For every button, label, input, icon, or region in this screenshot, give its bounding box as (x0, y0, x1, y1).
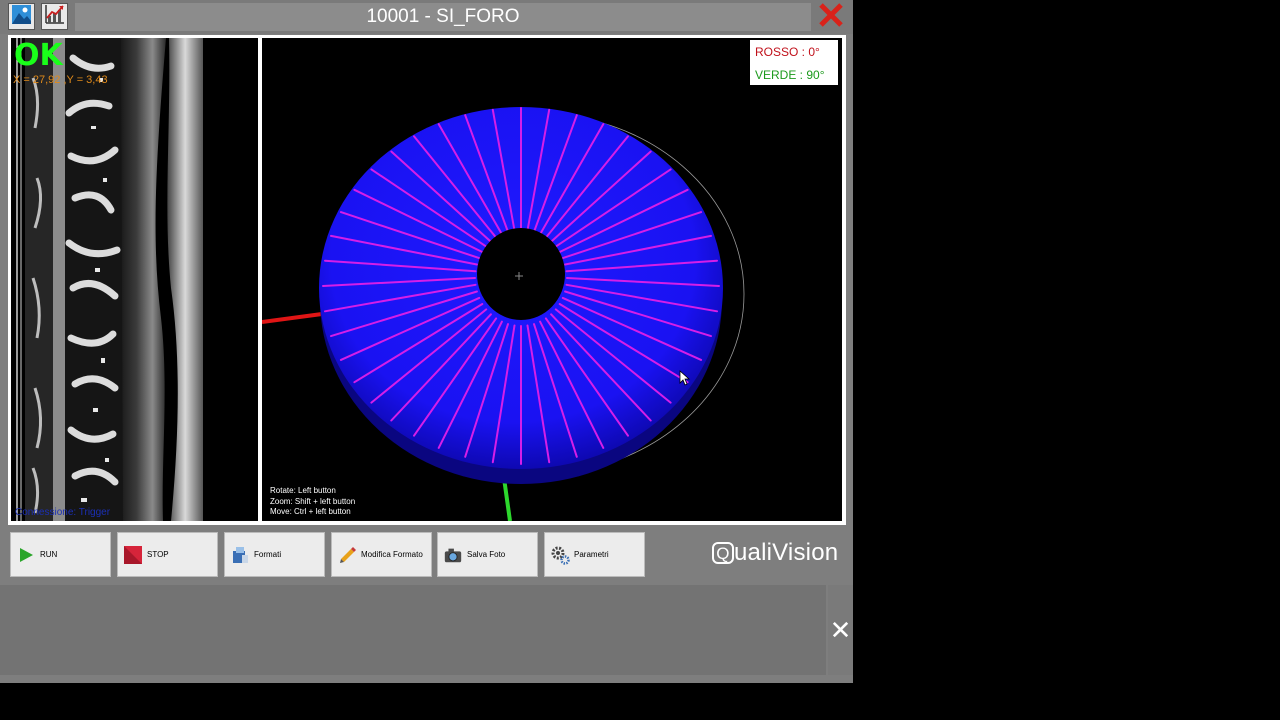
application-window: 10001 - SI_FORO OK X = 27,92 ,Y = 3,43 C… (0, 0, 853, 683)
camera-icon (443, 545, 463, 565)
help-move: Move: Ctrl + left button (270, 507, 351, 516)
panel-close-button[interactable]: ✕ (828, 585, 853, 675)
chart-button[interactable] (41, 3, 68, 30)
stop-button[interactable]: STOP (117, 532, 218, 577)
green-axis (502, 477, 512, 521)
formati-button[interactable]: Formati (224, 532, 325, 577)
close-icon (817, 1, 845, 34)
salva-label: Salva Foto (467, 550, 506, 559)
image-button[interactable] (8, 3, 35, 30)
parametri-button[interactable]: Parametri (544, 532, 645, 577)
window-title: 10001 - SI_FORO (75, 3, 811, 31)
play-icon (16, 545, 36, 565)
logo-q: Q (712, 542, 734, 564)
stop-icon (123, 545, 143, 565)
close-button[interactable] (814, 0, 848, 34)
help-zoom: Zoom: Shift + left button (270, 496, 356, 506)
red-axis (262, 312, 323, 324)
status-ok: OK (14, 38, 63, 73)
run-label: RUN (40, 550, 58, 559)
formati-label: Formati (254, 550, 282, 559)
mouse-cursor-icon (679, 370, 691, 391)
help-rotate: Rotate: Left button (270, 486, 336, 495)
chart-icon (44, 3, 66, 30)
modifica-label: Modifica Formato (361, 550, 423, 559)
pencil-icon (337, 545, 357, 565)
modifica-formato-button[interactable]: Modifica Formato (331, 532, 432, 577)
3d-scene (262, 107, 745, 521)
title-bar: 10001 - SI_FORO (0, 0, 853, 34)
format-icon (230, 545, 250, 565)
axis-legend: ROSSO : 0° VERDE : 90° (750, 40, 838, 85)
close-icon: ✕ (829, 615, 852, 645)
profile-view[interactable]: OK X = 27,92 ,Y = 3,43 Connessione: Trig… (11, 38, 258, 521)
3d-view[interactable]: ROSSO : 0° VERDE : 90° Rotate: Left butt… (262, 38, 842, 521)
legend-green-label: VERDE : 90° (755, 68, 825, 82)
message-panel (0, 585, 826, 675)
salva-foto-button[interactable]: Salva Foto (437, 532, 538, 577)
legend-red-label: ROSSO : 0° (755, 45, 820, 59)
logo-text: ualiVision (734, 539, 839, 566)
parametri-label: Parametri (574, 550, 609, 559)
action-toolbar: RUN STOP Formati Modifica Formato Salva … (0, 527, 853, 583)
qualivision-logo: QualiVision (712, 539, 838, 567)
center-hole (477, 228, 565, 320)
gears-icon (550, 545, 570, 565)
profile-image (11, 38, 258, 521)
stop-label: STOP (147, 550, 169, 559)
coordinates-readout: X = 27,92 ,Y = 3,43 (13, 74, 108, 86)
scan-status-text: Connessione: Trigger (15, 507, 111, 518)
mouse-help: Rotate: Left button Zoom: Shift + left b… (270, 486, 355, 518)
run-button[interactable]: RUN (10, 532, 111, 577)
image-icon (11, 4, 32, 30)
